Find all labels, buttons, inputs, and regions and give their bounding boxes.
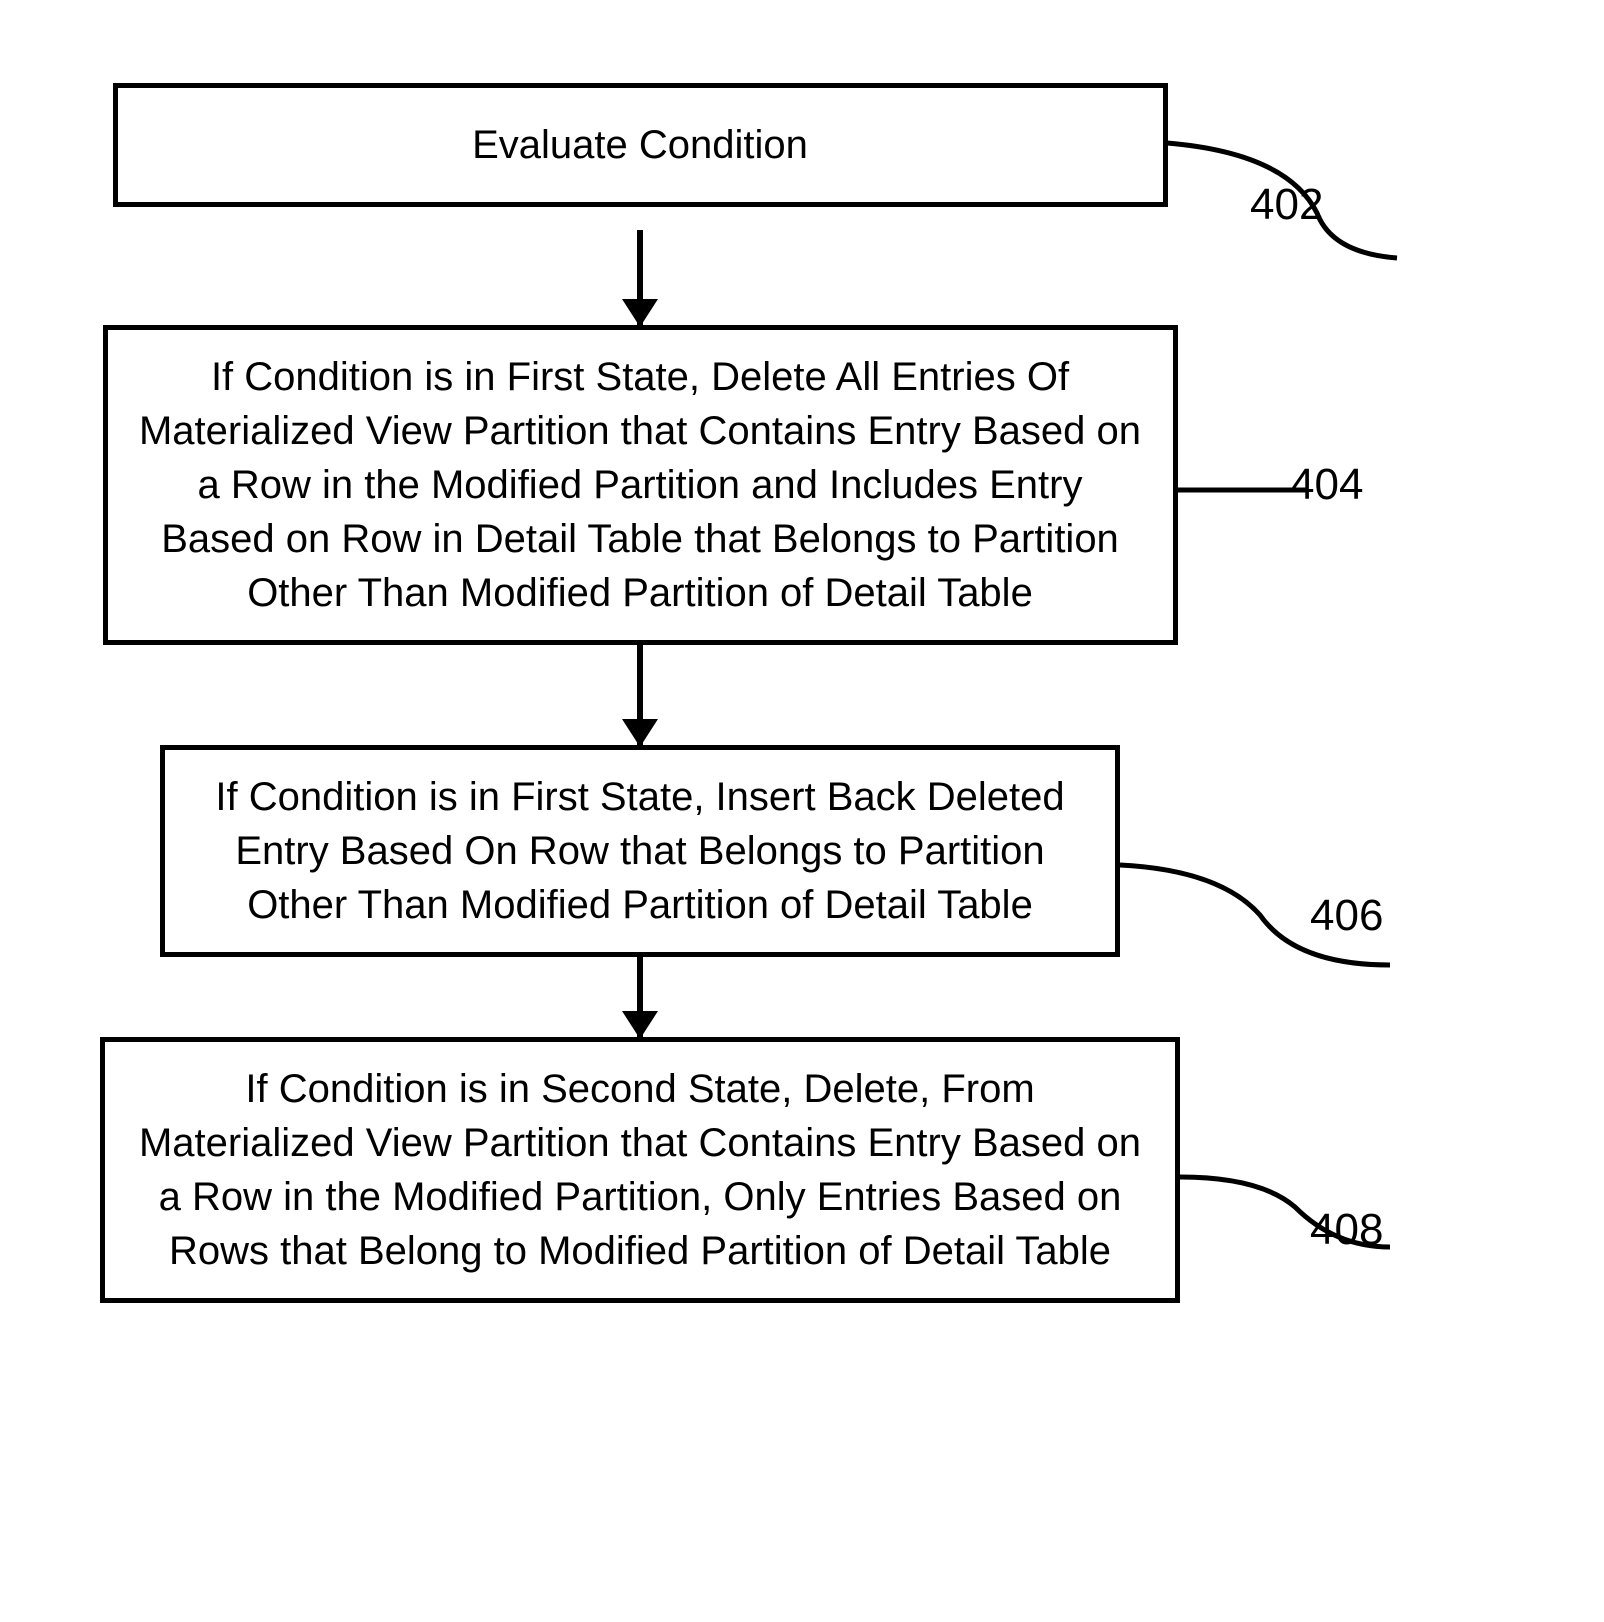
flowchart-container: Evaluate Condition 402 If Condition is i… xyxy=(40,60,1564,1303)
arrow-icon xyxy=(637,645,643,745)
step-label: 404 xyxy=(1290,460,1363,510)
step-text: If Condition is in First State, Delete A… xyxy=(139,355,1141,615)
step-box-second-state-delete: If Condition is in Second State, Delete,… xyxy=(100,1037,1180,1303)
arrow-icon xyxy=(637,230,643,325)
step-label: 402 xyxy=(1250,180,1323,230)
step-box-first-state-delete: If Condition is in First State, Delete A… xyxy=(103,325,1178,645)
step-label: 408 xyxy=(1310,1205,1383,1255)
step-box-first-state-insert: If Condition is in First State, Insert B… xyxy=(160,745,1120,957)
step-text: If Condition is in Second State, Delete,… xyxy=(139,1067,1141,1273)
step-label: 406 xyxy=(1310,891,1383,941)
step-text: Evaluate Condition xyxy=(472,123,808,167)
step-text: If Condition is in First State, Insert B… xyxy=(215,775,1064,927)
step-box-evaluate: Evaluate Condition xyxy=(113,83,1168,207)
arrow-icon xyxy=(637,957,643,1037)
